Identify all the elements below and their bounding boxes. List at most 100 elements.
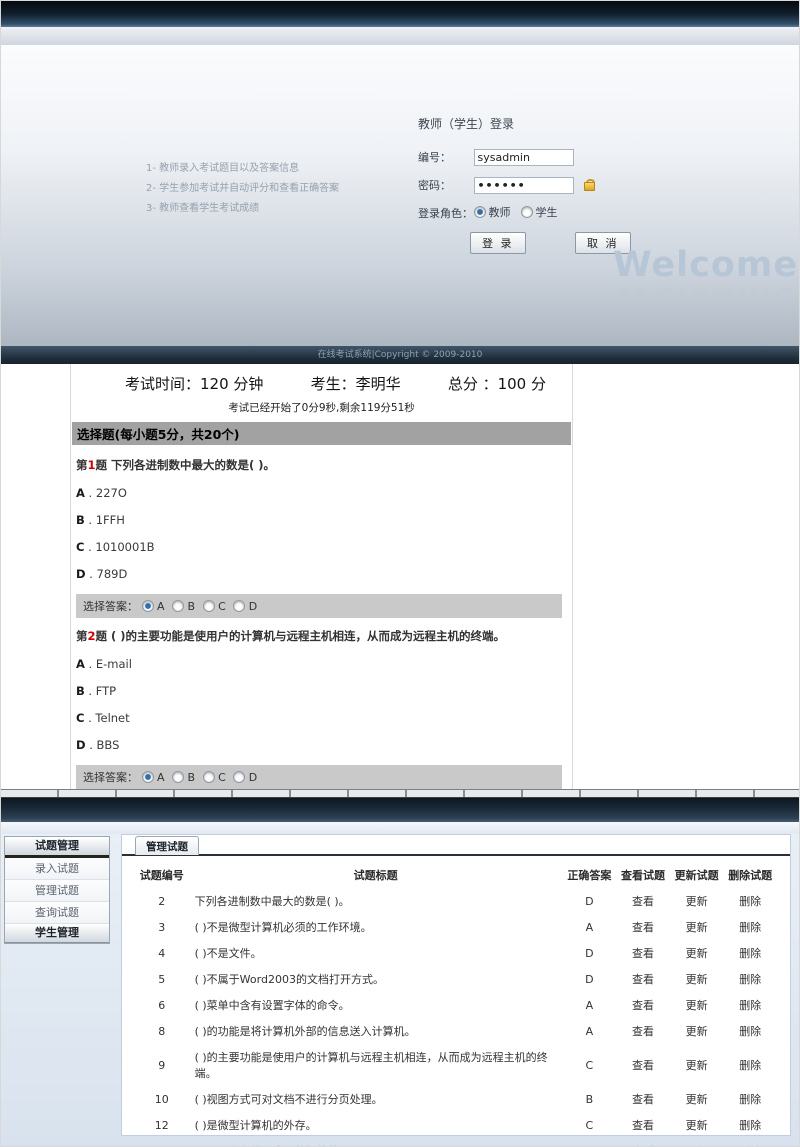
- table-row: 5( )不属于Word2003的文档打开方式。D查看更新删除: [135, 966, 777, 992]
- login-steps: 1- 教师录入考试题目以及答案信息2- 学生参加考试并自动评分和查看正确答案3-…: [146, 159, 339, 219]
- sidebar-item-query-questions[interactable]: 查询试题: [5, 902, 109, 924]
- view-question-link[interactable]: 查看: [632, 1059, 654, 1072]
- exam-duration: 考试时间：120 分钟: [125, 373, 263, 394]
- column-header: 试题编号: [135, 862, 189, 888]
- answer-radio-B[interactable]: [172, 771, 184, 783]
- column-header: 更新试题: [670, 862, 724, 888]
- exam-section-header: 选择题(每小题5分，共20个): [72, 422, 571, 445]
- delete-question-link[interactable]: 删除: [739, 921, 761, 934]
- login-footer: 在线考试系统|Copyright © 2009-2010: [1, 346, 799, 364]
- login-body: 1- 教师录入考试题目以及答案信息2- 学生参加考试并自动评分和查看正确答案3-…: [1, 45, 799, 346]
- password-row: 密码：: [418, 176, 648, 193]
- delete-question-link[interactable]: 删除: [739, 1093, 761, 1106]
- delete-question-link[interactable]: 删除: [739, 999, 761, 1012]
- login-form: 教师（学生）登录 编号： 密码： 登录角色： 教师学生 登 录 取 消: [418, 115, 648, 254]
- view-question-link[interactable]: 查看: [632, 1025, 654, 1038]
- view-question-link[interactable]: 查看: [632, 999, 654, 1012]
- tab-manage-questions[interactable]: 管理试题: [135, 836, 199, 855]
- cell-question-id: 2: [135, 888, 189, 914]
- admin-top-bar: [1, 798, 799, 822]
- cell-question-title: ( )不是微型计算机必须的工作环境。: [189, 914, 563, 940]
- cell-question-title: ( )不是文件。: [189, 940, 563, 966]
- role-teacher-label: 教师: [489, 206, 511, 219]
- view-question-link[interactable]: 查看: [632, 973, 654, 986]
- view-question-link[interactable]: 查看: [632, 1093, 654, 1106]
- cell-correct-answer: A: [563, 1018, 617, 1044]
- cell-question-id: 6: [135, 992, 189, 1018]
- cell-correct-answer: B: [563, 1086, 617, 1112]
- table-row: 9( )的主要功能是使用户的计算机与远程主机相连，从而成为远程主机的终端。C查看…: [135, 1044, 777, 1086]
- role-radio-student[interactable]: [521, 206, 533, 218]
- view-question-link[interactable]: 查看: [632, 921, 654, 934]
- update-question-link[interactable]: 更新: [686, 999, 708, 1012]
- answer-radio-D[interactable]: [233, 600, 245, 612]
- cell-question-id: 4: [135, 940, 189, 966]
- table-row: 4( )不是文件。D查看更新删除: [135, 940, 777, 966]
- cell-question-title: 下列各进制数中最大的数是( )。: [189, 888, 563, 914]
- id-input[interactable]: [474, 149, 574, 166]
- answer-label: 选择答案：: [83, 600, 138, 613]
- delete-question-link[interactable]: 删除: [739, 1059, 761, 1072]
- answer-radio-D[interactable]: [233, 771, 245, 783]
- table-row: 6( )菜单中含有设置字体的命令。A查看更新删除: [135, 992, 777, 1018]
- answer-letter: A: [157, 600, 165, 613]
- admin-body: 试题管理录入试题管理试题查询试题学生管理 管理试题 试题编号试题标题正确答案查看…: [1, 834, 799, 1147]
- answer-radio-C[interactable]: [203, 600, 215, 612]
- update-question-link[interactable]: 更新: [686, 1059, 708, 1072]
- sidebar-header-question-management: 试题管理: [5, 837, 109, 858]
- sidebar-header-student-management: 学生管理: [5, 924, 109, 943]
- sidebar-item-manage-questions[interactable]: 管理试题: [5, 880, 109, 902]
- update-question-link[interactable]: 更新: [686, 1025, 708, 1038]
- login-top-band: [1, 27, 799, 46]
- admin-panel: 管理试题 试题编号试题标题正确答案查看试题更新试题删除试题 2下列各进制数中最大…: [121, 834, 791, 1136]
- view-question-link[interactable]: 查看: [632, 947, 654, 960]
- admin-sidebar: 试题管理录入试题管理试题查询试题学生管理: [4, 836, 110, 944]
- role-radio-teacher[interactable]: [474, 206, 486, 218]
- cell-question-id: 5: [135, 966, 189, 992]
- delete-question-link[interactable]: 删除: [739, 895, 761, 908]
- answer-radio-A[interactable]: [142, 600, 154, 612]
- question-option: C . Telnet: [76, 711, 562, 725]
- cell-question-title: ( )视图方式可对文档不进行分页处理。: [189, 1086, 563, 1112]
- password-input[interactable]: [474, 177, 574, 194]
- exam-timer: 考试已经开始了0分9秒,剩余119分51秒: [71, 400, 572, 415]
- delete-question-link[interactable]: 删除: [739, 973, 761, 986]
- delete-question-link[interactable]: 删除: [739, 947, 761, 960]
- view-question-link[interactable]: 查看: [632, 895, 654, 908]
- update-question-link[interactable]: 更新: [686, 1119, 708, 1132]
- update-question-link[interactable]: 更新: [686, 973, 708, 986]
- cell-question-title: ( )是用来存储程序及数据的装置。: [189, 1138, 563, 1147]
- delete-question-link[interactable]: 删除: [739, 1119, 761, 1132]
- cell-question-id: 8: [135, 1018, 189, 1044]
- login-page: 1- 教师录入考试题目以及答案信息2- 学生参加考试并自动评分和查看正确答案3-…: [1, 1, 799, 364]
- role-row: 登录角色： 教师学生: [418, 204, 648, 221]
- update-question-link[interactable]: 更新: [686, 921, 708, 934]
- answer-radio-A[interactable]: [142, 771, 154, 783]
- answer-radio-C[interactable]: [203, 771, 215, 783]
- cell-correct-answer: A: [563, 992, 617, 1018]
- sidebar-item-enter-questions[interactable]: 录入试题: [5, 858, 109, 880]
- table-row: 2下列各进制数中最大的数是( )。D 查看 更新 删除: [135, 888, 777, 914]
- id-label: 编号：: [418, 149, 470, 166]
- cell-correct-answer: D: [563, 888, 617, 914]
- question-option: B . FTP: [76, 684, 562, 698]
- view-question-link[interactable]: 查看: [632, 1119, 654, 1132]
- update-question-link[interactable]: 更新: [686, 895, 708, 908]
- answer-letter: C: [218, 771, 226, 784]
- answer-letter: D: [249, 600, 257, 613]
- question-list: 第1题 下列各进制数中最大的数是( )。A . 227OB . 1FFHC . …: [71, 445, 572, 789]
- question-option: A . E-mail: [76, 657, 562, 671]
- table-row: 3( )不是微型计算机必须的工作环境。A查看更新删除: [135, 914, 777, 940]
- update-question-link[interactable]: 更新: [686, 1093, 708, 1106]
- cell-correct-answer: A: [563, 914, 617, 940]
- answer-radio-B[interactable]: [172, 600, 184, 612]
- login-top-bar: [1, 1, 799, 27]
- answer-bar: 选择答案： A B C D: [76, 594, 562, 618]
- update-question-link[interactable]: 更新: [686, 947, 708, 960]
- answer-letter: B: [188, 600, 196, 613]
- delete-question-link[interactable]: 删除: [739, 1025, 761, 1038]
- cell-correct-answer: C: [563, 1112, 617, 1138]
- login-button[interactable]: 登 录: [470, 232, 526, 254]
- cell-question-title: ( )是微型计算机的外存。: [189, 1112, 563, 1138]
- cell-correct-answer: B: [563, 1138, 617, 1147]
